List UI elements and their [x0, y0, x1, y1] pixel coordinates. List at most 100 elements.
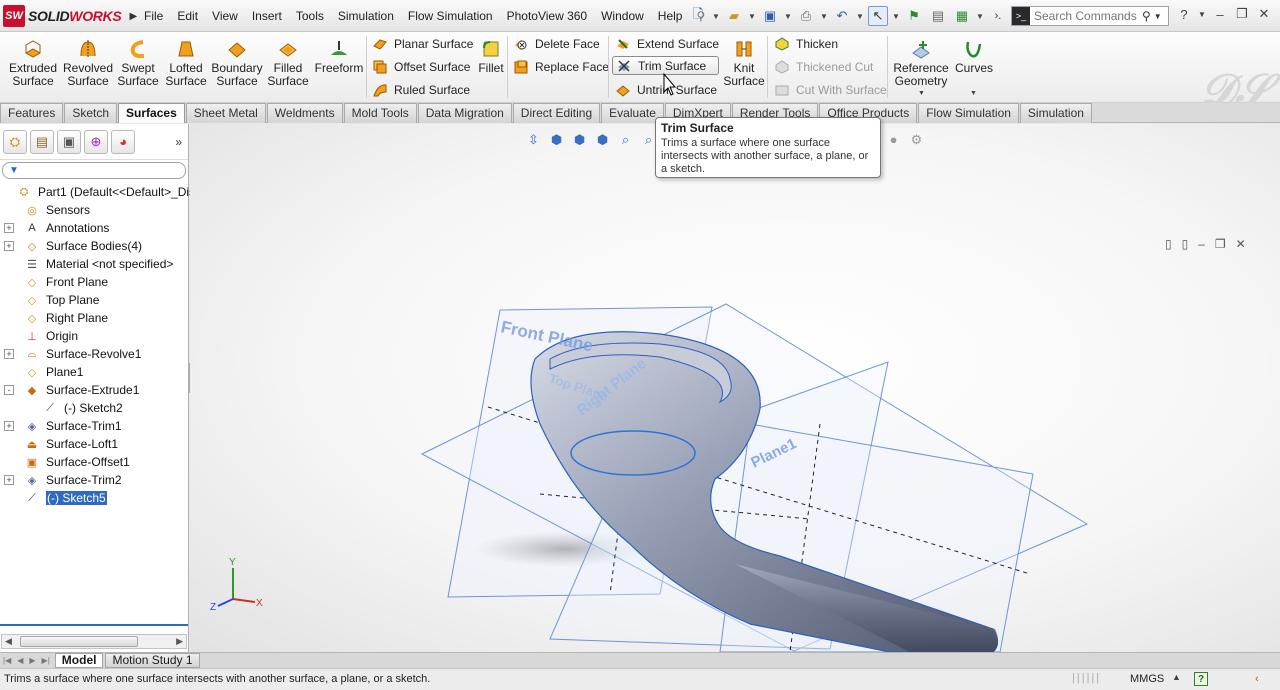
reference-geometry-caret-icon[interactable]: ▼: [918, 90, 925, 97]
last-tab-icon[interactable]: ▶|: [39, 656, 53, 665]
tile-vertical-icon[interactable]: ▯: [1182, 237, 1189, 251]
tab-data-migration[interactable]: Data Migration: [417, 103, 512, 123]
freeform-button[interactable]: Freeform: [315, 38, 363, 75]
tree-node[interactable]: ⛭ Part1 (Default<<Default>_Displa: [0, 183, 212, 201]
cut-with-surface-button[interactable]: Cut With Surface: [774, 80, 887, 99]
ruled-surface-button[interactable]: Ruled Surface: [372, 80, 470, 99]
scroll-thumb[interactable]: [20, 636, 138, 647]
tab-direct-editing[interactable]: Direct Editing: [512, 103, 601, 123]
tab-surfaces[interactable]: Surfaces: [118, 103, 185, 123]
print-caret-icon[interactable]: ▼: [820, 6, 828, 26]
menu-simulation[interactable]: Simulation: [331, 9, 401, 23]
dimxpert-manager-tab-icon[interactable]: ⊕: [84, 129, 108, 154]
more-tabs-icon[interactable]: »: [175, 135, 182, 149]
next-tab-icon[interactable]: ▶: [26, 656, 38, 665]
search-icon[interactable]: ⚲: [1142, 9, 1151, 23]
graphics-area[interactable]: Front Plane Top Plane Right Plane Plane1…: [190, 124, 1280, 652]
scene-icon[interactable]: ●: [885, 131, 902, 148]
tab-motion-study-1[interactable]: Motion Study 1: [105, 653, 200, 668]
planar-surface-button[interactable]: Planar Surface: [372, 34, 473, 53]
tree-node[interactable]: ▣ Surface-Offset1: [0, 453, 188, 471]
offset-surface-button[interactable]: Offset Surface: [372, 57, 470, 76]
curves-button[interactable]: Curves: [955, 38, 993, 75]
zoom-to-area-icon[interactable]: ⌕: [617, 131, 634, 148]
thickened-cut-button[interactable]: Thickened Cut: [774, 57, 873, 76]
new-document-icon[interactable]: 🗋: [688, 6, 708, 26]
tab-sketch[interactable]: Sketch: [64, 103, 118, 123]
doc-minimize-icon[interactable]: –: [1198, 237, 1205, 251]
rebuild-icon[interactable]: ⚑: [904, 6, 924, 26]
menu-file[interactable]: File: [137, 9, 170, 23]
tab-simulation[interactable]: Simulation: [1019, 103, 1092, 123]
restore-icon[interactable]: ❐: [1234, 6, 1250, 22]
revolved-surface-button[interactable]: Revolved Surface: [63, 38, 113, 88]
filled-surface-button[interactable]: Filled Surface: [267, 38, 309, 88]
open-caret-icon[interactable]: ▼: [748, 6, 756, 26]
unit-system[interactable]: MMGS: [1130, 673, 1164, 685]
boundary-surface-button[interactable]: Boundary Surface: [211, 38, 263, 88]
save-icon[interactable]: ▣: [760, 6, 780, 26]
curves-caret-icon[interactable]: ▼: [970, 90, 977, 97]
expand-icon[interactable]: +: [4, 241, 14, 251]
tree-node[interactable]: ◎ Sensors: [0, 201, 188, 219]
tab-features[interactable]: Features: [0, 103, 64, 123]
tree-node[interactable]: + ◈ Surface-Trim2: [0, 471, 188, 489]
fillet-button[interactable]: Fillet: [478, 38, 504, 75]
save-caret-icon[interactable]: ▼: [784, 6, 792, 26]
menu-view[interactable]: View: [205, 9, 245, 23]
tree-node[interactable]: ◇ Front Plane: [0, 273, 188, 291]
close-icon[interactable]: ✕: [1256, 6, 1272, 22]
open-folder-icon[interactable]: ▰: [724, 6, 744, 26]
expand-icon[interactable]: +: [4, 475, 14, 485]
minimize-icon[interactable]: –: [1212, 7, 1228, 22]
previous-view-icon[interactable]: ⇳: [525, 131, 542, 148]
expand-icon[interactable]: +: [4, 223, 14, 233]
scroll-right-icon[interactable]: ▶: [176, 636, 186, 647]
options-icon[interactable]: ▦: [952, 6, 972, 26]
menu-help[interactable]: Help: [651, 9, 690, 23]
tree-horizontal-scrollbar[interactable]: ◀ ▶: [1, 634, 187, 649]
tree-node[interactable]: ◇ Plane1: [0, 363, 188, 381]
tree-node[interactable]: + ◈ Surface-Trim1: [0, 417, 188, 435]
tree-node[interactable]: + ⌓ Surface-Revolve1: [0, 345, 188, 363]
tab-mold-tools[interactable]: Mold Tools: [343, 103, 417, 123]
tree-node[interactable]: ◇ Right Plane: [0, 309, 188, 327]
thicken-button[interactable]: Thicken: [774, 34, 838, 53]
tab-sheet-metal[interactable]: Sheet Metal: [185, 103, 266, 123]
feature-tree-filter[interactable]: ▼: [2, 162, 186, 179]
scroll-left-icon[interactable]: ◀: [2, 636, 12, 647]
reference-geometry-button[interactable]: Reference Geometry: [893, 38, 949, 88]
tab-weldments[interactable]: Weldments: [266, 103, 343, 123]
print-icon[interactable]: ⎙: [796, 6, 816, 26]
select-arrow-icon[interactable]: ↖: [868, 6, 888, 26]
help-caret-icon[interactable]: ▼: [1198, 10, 1206, 19]
tree-node[interactable]: ⊥ Origin: [0, 327, 188, 345]
tree-node[interactable]: - ◆ Surface-Extrude1: [0, 381, 188, 399]
new-caret-icon[interactable]: ▼: [712, 6, 720, 26]
feature-manager-tab-icon[interactable]: ⛭: [3, 129, 27, 154]
units-caret-icon[interactable]: ▲: [1172, 672, 1181, 682]
help-icon[interactable]: ?: [1176, 7, 1192, 22]
search-commands[interactable]: >_ ⚲ ▼: [1011, 6, 1169, 26]
options-caret-icon[interactable]: ▼: [976, 6, 984, 26]
replace-face-button[interactable]: Replace Face: [513, 57, 609, 76]
menu-flow-simulation[interactable]: Flow Simulation: [401, 9, 500, 23]
delete-face-button[interactable]: Delete Face: [513, 34, 600, 53]
section-view-icon[interactable]: ⬢: [594, 131, 611, 148]
prev-tab-icon[interactable]: ◀: [14, 656, 26, 665]
configuration-manager-tab-icon[interactable]: ▣: [57, 129, 81, 154]
tree-node[interactable]: + A Annotations: [0, 219, 188, 237]
solidworks-logo[interactable]: SW SOLIDWORKS ▶: [3, 5, 137, 27]
display-style-icon[interactable]: ⬢: [571, 131, 588, 148]
select-caret-icon[interactable]: ▼: [892, 6, 900, 26]
view-settings-icon[interactable]: ⚙: [908, 131, 925, 148]
menu-tools[interactable]: Tools: [289, 9, 331, 23]
tree-node[interactable]: ◇ Top Plane: [0, 291, 188, 309]
first-tab-icon[interactable]: |◀: [0, 656, 14, 665]
undo-caret-icon[interactable]: ▼: [856, 6, 864, 26]
expand-icon[interactable]: +: [4, 421, 14, 431]
tile-horizontal-icon[interactable]: ▯: [1165, 237, 1172, 251]
collapse-icon[interactable]: -: [4, 385, 14, 395]
undo-icon[interactable]: ↶: [832, 6, 852, 26]
tab-model[interactable]: Model: [54, 653, 104, 668]
